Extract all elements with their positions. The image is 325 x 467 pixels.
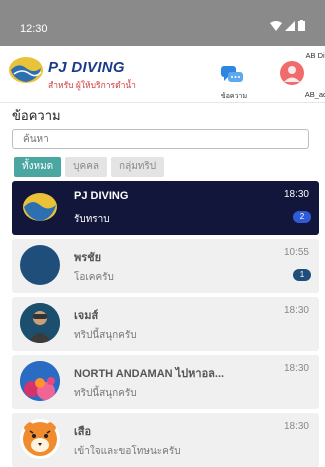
battery-icon xyxy=(298,20,305,31)
chat-avatar xyxy=(20,187,60,227)
status-bar: 12:30 xyxy=(0,0,325,46)
account-switcher[interactable]: AB Diving AB_admin xyxy=(262,50,325,100)
chat-last-message: ทริปนี้สนุกครับ xyxy=(74,388,137,399)
chat-name: PJ DIVING xyxy=(74,190,129,202)
messages-label: ข้อความ xyxy=(220,93,248,100)
chat-avatar xyxy=(20,303,60,343)
chat-row[interactable]: NORTH ANDAMAN ไปหาอล... ทริปนี้สนุกครับ … xyxy=(12,355,319,409)
filter-tabs: ทั้งหมด บุคคล กลุ่มทริป xyxy=(14,157,165,177)
wifi-icon xyxy=(270,20,282,31)
chat-name: เจมส์ xyxy=(74,310,99,322)
signal-icon xyxy=(285,20,295,31)
chat-time: 18:30 xyxy=(283,363,309,374)
chat-avatar xyxy=(20,361,60,401)
chat-name: NORTH ANDAMAN ไปหาอล... xyxy=(74,368,225,380)
search-input[interactable] xyxy=(12,129,309,149)
diver-avatar-icon xyxy=(20,303,60,343)
chat-time: 10:55 xyxy=(283,247,309,258)
account-avatar xyxy=(280,61,304,85)
unread-badge: 1 xyxy=(293,269,311,281)
chat-avatar xyxy=(20,419,60,459)
brand-name: PJ DIVING xyxy=(48,59,125,76)
app-header: PJ DIVING สำหรับ ผู้ให้บริการดำน้ำ ข้อคว… xyxy=(0,46,325,103)
chat-time: 18:30 xyxy=(283,189,309,200)
messages-button[interactable]: ข้อความ xyxy=(214,60,250,100)
account-business-name: AB Diving xyxy=(305,51,325,60)
tiger-avatar-icon xyxy=(23,422,57,456)
chat-last-message: เข้าใจและขอโทษนะครับ xyxy=(74,446,181,457)
filter-individual[interactable]: บุคคล xyxy=(65,157,108,177)
status-time: 12:30 xyxy=(20,23,48,35)
filter-trip-group[interactable]: กลุ่มทริป xyxy=(111,157,165,177)
chat-avatar xyxy=(20,245,60,285)
unread-badge: 2 xyxy=(293,211,311,223)
chat-bubbles-icon xyxy=(221,66,243,82)
chat-last-message: ทริปนี้สนุกครับ xyxy=(74,330,137,341)
pj-diving-logo xyxy=(23,193,57,221)
coral-reef-avatar-icon xyxy=(20,361,60,401)
chat-time: 18:30 xyxy=(283,421,309,432)
chat-row[interactable]: เจมส์ ทริปนี้สนุกครับ 18:30 xyxy=(12,297,319,351)
pj-diving-logo xyxy=(9,57,43,83)
chat-row[interactable]: PJ DIVING รับทราบ 18:30 2 xyxy=(12,181,319,235)
account-username: AB_admin xyxy=(304,90,325,99)
status-icons xyxy=(270,20,305,31)
page-title: ข้อความ xyxy=(12,108,61,123)
chat-row[interactable]: พรชัย โอเคครับ 10:55 1 xyxy=(12,239,319,293)
chat-name: พรชัย xyxy=(74,252,102,264)
user-icon xyxy=(284,66,300,82)
chat-time: 18:30 xyxy=(283,305,309,316)
chat-last-message: รับทราบ xyxy=(74,214,110,225)
chat-row[interactable]: เสือ เข้าใจและขอโทษนะครับ 18:30 xyxy=(12,413,319,467)
chat-last-message: โอเคครับ xyxy=(74,272,114,283)
filter-all[interactable]: ทั้งหมด xyxy=(14,157,62,177)
brand-tagline: สำหรับ ผู้ให้บริการดำน้ำ xyxy=(48,80,136,90)
chat-name: เสือ xyxy=(74,426,92,438)
